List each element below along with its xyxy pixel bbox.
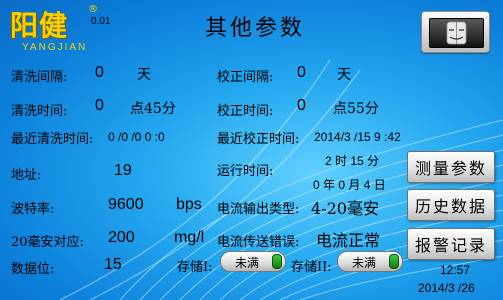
address-label: 地址: xyxy=(11,168,42,183)
calib-interval-unit: 天 xyxy=(337,67,351,83)
last-clean-value: 0 /0 /0 0 :0 xyxy=(108,130,165,144)
storage2-label: 存储II: xyxy=(291,260,332,275)
run-time-label: 运行时间: xyxy=(217,164,274,179)
alarm-records-button[interactable]: 报警记录 xyxy=(407,228,495,260)
clock-date: 2014/3 /26 xyxy=(418,281,475,295)
storage2-status: 未满 xyxy=(352,256,377,270)
data-bits-value[interactable]: 15 xyxy=(104,256,122,274)
logo-subtext: YANGJIAN xyxy=(22,42,88,53)
registered-mark: ® xyxy=(88,4,98,15)
calib-time-unit: 点55分 xyxy=(333,101,379,117)
finder-icon xyxy=(429,18,484,48)
address-value[interactable]: 19 xyxy=(114,162,132,180)
ma20-unit: mg/l xyxy=(174,229,205,246)
data-bits-label: 数据位: xyxy=(11,262,55,277)
baud-rate-label: 波特率: xyxy=(11,202,55,217)
current-output-value[interactable]: 4-20毫安 xyxy=(311,195,379,219)
storage2-led xyxy=(389,254,399,269)
history-data-button[interactable]: 历史数据 xyxy=(407,189,495,221)
calib-time-label: 校正时间: xyxy=(217,104,274,119)
ma20-label: 20毫安对应: xyxy=(11,235,84,250)
clean-time-label: 清洗时间: xyxy=(11,104,68,119)
calib-interval-label: 校正间隔: xyxy=(217,70,274,85)
baud-rate-unit: bps xyxy=(176,196,202,213)
current-output-label: 电流输出类型: xyxy=(217,202,300,217)
storage1-indicator: 未满 xyxy=(220,251,286,272)
version-label: 0.01 xyxy=(91,16,111,27)
run-time-hours: 2 时 15 分 xyxy=(325,154,380,168)
logo-text: 阳健 xyxy=(10,9,69,42)
current-error-value: 电流正常 xyxy=(316,231,381,250)
clean-interval-value[interactable]: 0 xyxy=(95,64,104,82)
clean-time-value[interactable]: 0 xyxy=(95,97,104,115)
clean-interval-unit: 天 xyxy=(137,67,151,83)
last-calib-value: 2014/3 /15 9 :42 xyxy=(314,130,401,144)
measure-params-button[interactable]: 测量参数 xyxy=(407,151,495,183)
clock-time: 12:57 xyxy=(440,263,471,277)
storage2-indicator: 未满 xyxy=(337,251,403,272)
calib-time-value[interactable]: 0 xyxy=(297,97,306,115)
page-title: 其他参数 xyxy=(205,16,306,41)
last-calib-label: 最近校正时间: xyxy=(217,132,300,147)
run-time-days: 0 年 0 月 4 日 xyxy=(313,178,386,192)
storage1-status: 未满 xyxy=(235,256,260,270)
clean-time-unit: 点45分 xyxy=(130,101,176,117)
storage1-led xyxy=(272,254,282,269)
brand-logo: 阳健 ® YANGJIAN xyxy=(8,4,98,62)
baud-rate-value[interactable]: 9600 xyxy=(108,196,144,214)
storage1-label: 存储I: xyxy=(177,260,213,275)
panel-screen: 阳健 ® YANGJIAN 0.01 其他参数 清洗间隔: 0 天 清洗时间: … xyxy=(0,0,503,300)
current-error-label: 电流传送错误: xyxy=(217,235,300,250)
calib-interval-value[interactable]: 0 xyxy=(297,64,306,82)
home-button[interactable] xyxy=(421,11,490,53)
last-clean-label: 最近清洗时间: xyxy=(11,132,94,147)
clean-interval-label: 清洗间隔: xyxy=(11,70,68,85)
ma20-value[interactable]: 200 xyxy=(108,229,135,247)
